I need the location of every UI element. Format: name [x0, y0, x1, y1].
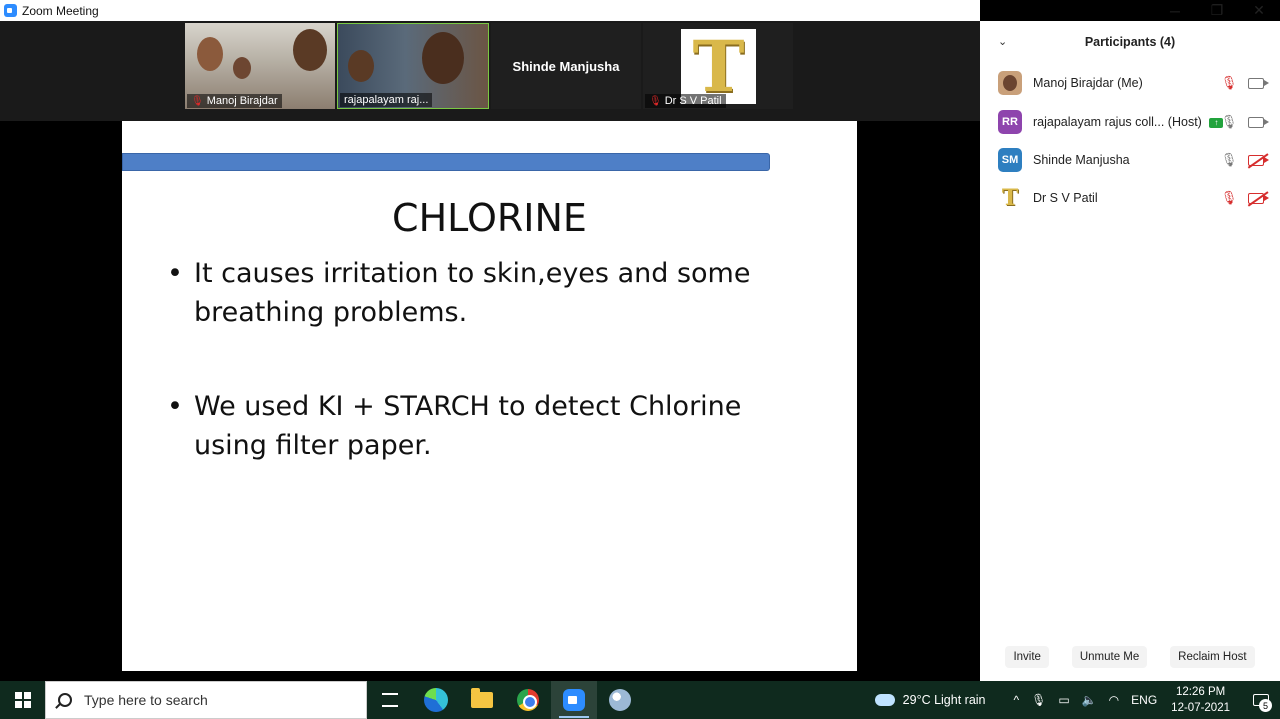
weather-cloud-icon[interactable] — [874, 694, 895, 706]
title-bar: Zoom Meeting — [0, 0, 980, 21]
task-view-icon — [382, 693, 398, 707]
clock-date: 12-07-2021 — [1171, 702, 1230, 714]
task-view-button[interactable] — [367, 681, 413, 719]
clock[interactable]: 12:26 PM 12-07-2021 — [1171, 684, 1230, 716]
tile-name-label: 🎙 Dr S V Patil — [645, 94, 726, 108]
edge-button[interactable] — [413, 681, 459, 719]
participant-face — [197, 37, 223, 71]
participants-footer: Invite Unmute Me Reclaim Host — [980, 643, 1280, 671]
video-tile-shinde[interactable]: Shinde Manjusha — [491, 23, 641, 109]
speaker-icon[interactable]: 🔈 — [1082, 693, 1097, 707]
system-tray: 29°C Light rain ^ 🎙 ▭ 🔈 ◠ ENG 12:26 PM 1… — [874, 681, 1280, 719]
participants-title: Participants (4) — [1084, 35, 1176, 49]
participant-name: Dr S V Patil — [1033, 191, 1098, 205]
participant-row[interactable]: T Dr S V Patil 🎙 — [980, 179, 1280, 217]
slide-bullet: • It causes irritation to skin,eyes and … — [167, 254, 817, 332]
unmute-me-button[interactable]: Unmute Me — [1071, 646, 1148, 668]
video-on-icon[interactable] — [1248, 116, 1269, 128]
mic-on-icon[interactable]: 🎙 — [1221, 114, 1238, 130]
video-tile-patil[interactable]: T 🎙 Dr S V Patil — [643, 23, 793, 109]
invite-button[interactable]: Invite — [1005, 646, 1049, 668]
edge-icon — [424, 688, 448, 712]
search-icon — [58, 693, 72, 707]
wifi-icon[interactable]: ◠ — [1109, 693, 1119, 707]
microphone-icon[interactable]: 🎙 — [1031, 693, 1046, 707]
weather-text[interactable]: 29°C Light rain — [903, 693, 986, 707]
video-tile-manoj[interactable]: 🎙 Manoj Birajdar — [185, 23, 335, 109]
restore-button[interactable]: ❐ — [1196, 0, 1238, 21]
video-tile-rajapalayam[interactable]: rajapalayam raj... — [337, 23, 489, 109]
tile-name-label: 🎙 Manoj Birajdar — [187, 94, 282, 108]
collapse-chevron-icon[interactable]: ⌄ — [998, 35, 1007, 48]
file-explorer-button[interactable] — [459, 681, 505, 719]
screen-share-area: CHLORINE • It causes irritation to skin,… — [0, 121, 980, 681]
participant-face — [233, 57, 251, 79]
video-on-icon[interactable] — [1248, 77, 1269, 89]
mic-muted-icon: 🎙 — [649, 95, 662, 107]
chrome-icon — [517, 689, 539, 711]
zoom-app-icon — [4, 4, 17, 17]
mic-muted-icon: 🎙 — [191, 95, 204, 107]
close-button[interactable]: ✕ — [1238, 0, 1280, 21]
participants-header: ⌄ Participants (4) — [980, 21, 1280, 63]
bullet-text: We used KI + STARCH to detect Chlorine u… — [194, 391, 742, 461]
video-off-icon[interactable] — [1248, 192, 1269, 204]
tile-name-label: Shinde Manjusha — [512, 58, 620, 74]
avatar: SM — [998, 148, 1022, 172]
tile-name-label: rajapalayam raj... — [340, 93, 433, 107]
reclaim-host-button[interactable]: Reclaim Host — [1170, 646, 1255, 668]
video-strip: 🎙 Manoj Birajdar rajapalayam raj... Shin… — [0, 21, 980, 121]
participants-panel: ⌄ Participants (4) Manoj Birajdar (Me) 🎙… — [980, 21, 1280, 681]
notification-count: 5 — [1259, 699, 1272, 712]
participant-row[interactable]: SM Shinde Manjusha 🎙 — [980, 141, 1280, 179]
search-placeholder: Type here to search — [84, 692, 208, 708]
participant-name: rajapalayam rajus coll... (Host) ↑ — [1033, 115, 1224, 129]
mic-muted-icon[interactable]: 🎙 — [1221, 75, 1238, 91]
zoom-taskbar-button[interactable] — [551, 681, 597, 719]
video-off-icon[interactable] — [1248, 154, 1269, 166]
window-controls: ─ ❐ ✕ — [1154, 0, 1280, 21]
chrome-button[interactable] — [505, 681, 551, 719]
participant-row[interactable]: RR rajapalayam rajus coll... (Host) ↑ 🎙 — [980, 103, 1280, 141]
slide-heading: CHLORINE — [392, 196, 587, 240]
bullet-text: It causes irritation to skin,eyes and so… — [194, 258, 751, 328]
start-button[interactable] — [0, 681, 45, 719]
mic-on-icon[interactable]: 🎙 — [1221, 152, 1238, 168]
mic-muted-icon[interactable]: 🎙 — [1221, 190, 1238, 206]
paint-icon — [609, 689, 631, 711]
window-title: Zoom Meeting — [22, 3, 99, 18]
avatar: RR — [998, 110, 1022, 134]
battery-icon[interactable]: ▭ — [1058, 693, 1069, 707]
participant-name: Shinde Manjusha — [1033, 153, 1130, 167]
participant-row[interactable]: Manoj Birajdar (Me) 🎙 — [980, 64, 1280, 102]
tray-chevron-icon[interactable]: ^ — [1014, 693, 1020, 707]
clock-time: 12:26 PM — [1175, 686, 1226, 698]
avatar: T — [998, 185, 1022, 211]
bullet-dot: • — [167, 258, 183, 289]
notification-center-button[interactable]: 5 — [1242, 681, 1280, 719]
participant-face — [293, 29, 327, 71]
profile-picture: T — [681, 29, 756, 104]
avatar — [998, 71, 1022, 95]
paint-button[interactable] — [597, 681, 643, 719]
taskbar-search-box[interactable]: Type here to search — [45, 681, 367, 719]
presentation-slide: CHLORINE • It causes irritation to skin,… — [122, 121, 857, 671]
folder-icon — [471, 688, 493, 708]
slide-bullet: • We used KI + STARCH to detect Chlorine… — [167, 387, 817, 465]
participant-name: Manoj Birajdar (Me) — [1033, 76, 1143, 90]
language-indicator[interactable]: ENG — [1131, 693, 1157, 707]
participant-face — [422, 32, 464, 84]
windows-logo-icon — [14, 692, 31, 708]
bullet-dot: • — [167, 391, 183, 422]
minimize-button[interactable]: ─ — [1154, 0, 1196, 21]
windows-taskbar: Type here to search 29°C Light rain ^ 🎙 … — [0, 681, 1280, 719]
slide-header-bar — [122, 153, 770, 171]
host-label: (Host) — [1167, 115, 1202, 129]
participant-face — [348, 50, 374, 82]
zoom-icon — [563, 689, 585, 711]
